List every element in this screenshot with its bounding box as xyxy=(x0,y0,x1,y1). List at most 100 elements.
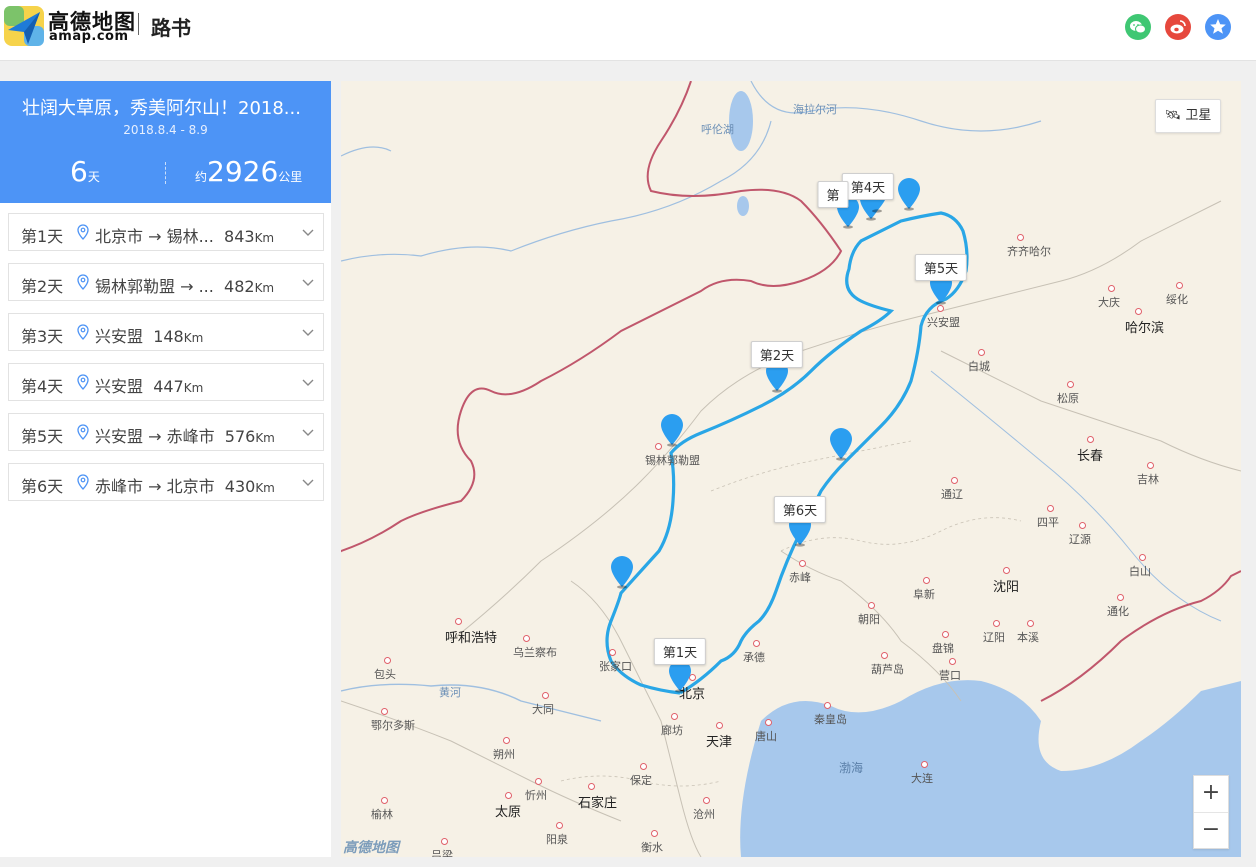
zoom-out-button[interactable]: − xyxy=(1194,812,1228,849)
map-label-suihua[interactable]: 绥化 xyxy=(1166,291,1188,307)
weibo-share-button[interactable] xyxy=(1165,14,1191,40)
zoom-control: + − xyxy=(1193,775,1229,849)
map-canvas[interactable] xyxy=(341,81,1241,857)
map-label-xilin[interactable]: 锡林郭勒盟 xyxy=(645,452,700,468)
city-dot xyxy=(753,640,760,647)
map-label-xinzhou[interactable]: 忻州 xyxy=(525,787,547,803)
day-row-3[interactable]: 第3天 兴安盟 148Km xyxy=(8,313,324,351)
map-label-taiyuan[interactable]: 太原 xyxy=(495,801,521,820)
city-dot xyxy=(609,649,616,656)
chevron-down-icon[interactable] xyxy=(302,229,314,237)
day-row-1[interactable]: 第1天 北京市 → 锡林... 843Km xyxy=(8,213,324,251)
brand-domain[interactable]: amap.com xyxy=(49,29,129,44)
favorite-share-button[interactable] xyxy=(1205,14,1231,40)
map-label-chifeng[interactable]: 赤峰 xyxy=(789,569,811,585)
chevron-down-icon[interactable] xyxy=(302,279,314,287)
map-label-yulin[interactable]: 榆林 xyxy=(371,806,393,822)
zoom-in-button[interactable]: + xyxy=(1194,776,1228,812)
map-label-huhehaote[interactable]: 呼和浩特 xyxy=(445,627,497,646)
map-label-yangquan[interactable]: 阳泉 xyxy=(546,831,568,847)
map-label-liaoyuan[interactable]: 辽源 xyxy=(1069,531,1091,547)
map-label-tianjin[interactable]: 天津 xyxy=(706,731,732,750)
distance-unit: 公里 xyxy=(278,170,303,184)
map-label-xinganmeng[interactable]: 兴安盟 xyxy=(927,314,960,330)
map-label-wulanchabu[interactable]: 乌兰察布 xyxy=(513,644,557,660)
location-pin-icon xyxy=(77,324,89,340)
route-marker-icon[interactable] xyxy=(660,413,684,447)
map-label-jilin[interactable]: 吉林 xyxy=(1137,471,1159,487)
day-row-4[interactable]: 第4天 兴安盟 447Km xyxy=(8,363,324,401)
map-label-eerduosi[interactable]: 鄂尔多斯 xyxy=(371,717,415,733)
day-tag[interactable]: 第1天 xyxy=(653,638,707,665)
wechat-share-button[interactable] xyxy=(1125,14,1151,40)
map-label-huludao[interactable]: 葫芦岛 xyxy=(871,661,904,677)
map-label-songyuan[interactable]: 松原 xyxy=(1057,390,1079,406)
map-label-zhangjiakou[interactable]: 张家口 xyxy=(599,658,632,674)
distance-unit: Km xyxy=(183,331,204,345)
day-row-6[interactable]: 第6天 赤峰市 → 北京市 430Km xyxy=(8,463,324,501)
distance-unit: Km xyxy=(255,481,275,495)
map-label-hengshui[interactable]: 衡水 xyxy=(641,839,663,855)
map-label-qiqihar[interactable]: 齐齐哈尔 xyxy=(1007,243,1051,259)
map-label-yingkou[interactable]: 营口 xyxy=(939,667,961,683)
day-tag[interactable]: 第5天 xyxy=(914,254,968,281)
day-tag[interactable]: 第6天 xyxy=(773,496,827,523)
wechat-icon xyxy=(1130,21,1146,34)
day-label: 第1天 xyxy=(21,227,64,246)
map-label-baishan[interactable]: 白山 xyxy=(1129,563,1151,579)
route-text: 兴安盟 xyxy=(95,377,144,396)
city-dot xyxy=(1087,436,1094,443)
route-marker-icon[interactable] xyxy=(897,177,921,211)
map-label-dalian[interactable]: 大连 xyxy=(911,770,933,786)
map-label-hailaer[interactable]: 海拉尔河 xyxy=(793,101,837,117)
city-dot xyxy=(703,797,710,804)
route-text: 兴安盟 xyxy=(95,327,144,346)
map-label-shuozhou[interactable]: 朔州 xyxy=(493,746,515,762)
map-label-tangshan[interactable]: 唐山 xyxy=(755,728,777,744)
satellite-toggle-button[interactable]: 🛰 卫星 xyxy=(1155,99,1221,133)
map-label-cangzhou[interactable]: 沧州 xyxy=(693,806,715,822)
chevron-down-icon[interactable] xyxy=(302,379,314,387)
map-label-datong[interactable]: 大同 xyxy=(532,701,554,717)
map-label-langfang[interactable]: 廊坊 xyxy=(661,722,683,738)
map-label-tongliao[interactable]: 通辽 xyxy=(941,486,963,502)
map-label-chengde[interactable]: 承德 xyxy=(743,649,765,665)
chevron-down-icon[interactable] xyxy=(302,479,314,487)
day-row-5[interactable]: 第5天 兴安盟 → 赤峰市 576Km xyxy=(8,413,324,451)
map-label-tonghua[interactable]: 通化 xyxy=(1107,603,1129,619)
map-label-bohai[interactable]: 渤海 xyxy=(839,759,863,776)
map-label-panjin[interactable]: 盘锦 xyxy=(932,640,954,656)
map-label-chaoyang[interactable]: 朝阳 xyxy=(858,611,880,627)
map-label-lvliang[interactable]: 吕梁 xyxy=(431,847,453,857)
weibo-icon xyxy=(1170,20,1186,34)
map-label-fuxin[interactable]: 阜新 xyxy=(913,586,935,602)
map-label-huanghe[interactable]: 黄河 xyxy=(439,684,461,700)
map-label-changchun[interactable]: 长春 xyxy=(1077,445,1103,464)
map-label-benxi[interactable]: 本溪 xyxy=(1017,629,1039,645)
trip-title[interactable]: 壮阔大草原，秀美阿尔山！2018... xyxy=(22,94,312,120)
map-label-hulunhu[interactable]: 呼伦湖 xyxy=(701,121,734,137)
map-view[interactable]: 呼伦湖 海拉尔河齐齐哈尔大庆 绥化 哈尔滨 兴安盟白城松原长春吉林 锡林郭勒盟通辽四平 辽源… xyxy=(341,81,1241,857)
map-label-daqing[interactable]: 大庆 xyxy=(1098,294,1120,310)
day-row-2[interactable]: 第2天 锡林郭勒盟 → ... 482Km xyxy=(8,263,324,301)
city-dot xyxy=(455,618,462,625)
map-label-shenyang[interactable]: 沈阳 xyxy=(993,576,1019,595)
map-label-baicheng[interactable]: 白城 xyxy=(968,358,990,374)
map-label-liaoyang[interactable]: 辽阳 xyxy=(983,629,1005,645)
location-pin-icon xyxy=(77,224,89,240)
chevron-down-icon[interactable] xyxy=(302,329,314,337)
chevron-down-icon[interactable] xyxy=(302,429,314,437)
amap-logo-icon[interactable] xyxy=(2,4,46,48)
map-label-siping[interactable]: 四平 xyxy=(1037,514,1059,530)
day-tag[interactable]: 第2天 xyxy=(750,341,804,368)
map-label-shijiazhuang[interactable]: 石家庄 xyxy=(578,792,617,811)
map-label-baoding[interactable]: 保定 xyxy=(630,772,652,788)
map-label-baotou[interactable]: 包头 xyxy=(374,666,396,682)
route-marker-icon[interactable] xyxy=(610,555,634,589)
route-marker-icon[interactable] xyxy=(829,427,853,461)
day-tag[interactable]: 第 xyxy=(817,181,849,208)
day-tag[interactable]: 第4天 xyxy=(841,173,895,200)
map-label-harbin[interactable]: 哈尔滨 xyxy=(1125,317,1164,336)
distance-unit: Km xyxy=(255,431,275,445)
map-label-qinhuangdao[interactable]: 秦皇岛 xyxy=(814,711,847,727)
